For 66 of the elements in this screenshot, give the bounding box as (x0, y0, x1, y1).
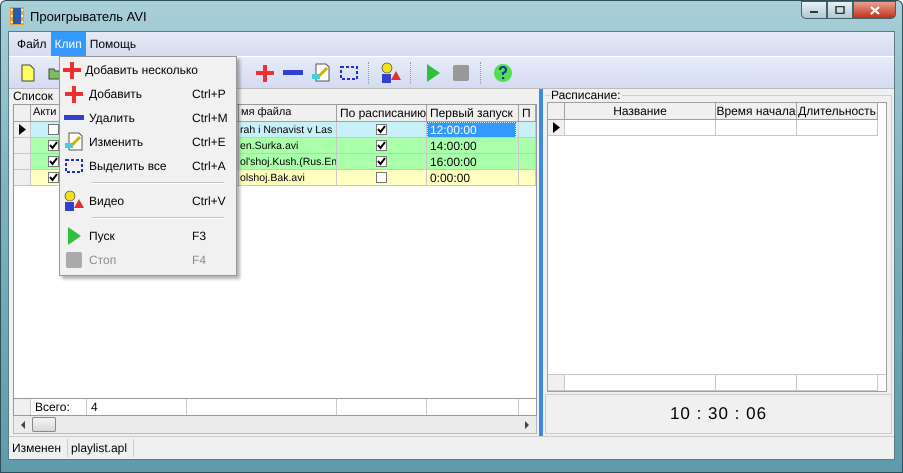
scheduled-checkbox[interactable] (376, 140, 387, 151)
list-label: Список (13, 89, 53, 104)
row-header (14, 399, 31, 415)
maximize-button[interactable] (827, 1, 853, 19)
plus-icon (63, 84, 85, 104)
selection-icon (338, 64, 358, 82)
row-header[interactable] (548, 120, 565, 136)
current-row-icon (18, 124, 26, 135)
film-icon (10, 7, 24, 25)
active-checkbox[interactable] (48, 124, 59, 135)
status-text: playlist.apl (68, 439, 134, 457)
window-title: Проигрыватель AVI (30, 8, 147, 24)
status-text: Изменен (9, 439, 68, 457)
schedule-label: Расписание: (550, 89, 622, 102)
play-icon (66, 226, 82, 246)
scroll-thumb[interactable] (32, 417, 56, 432)
minus-icon (282, 70, 302, 75)
column-header[interactable]: По расписанию (337, 105, 427, 122)
edit-icon (64, 132, 84, 152)
current-row-icon (552, 122, 560, 133)
table-cell: 14:00:00 (430, 138, 477, 152)
edit-icon (310, 62, 330, 82)
column-header[interactable]: Длительность (797, 103, 878, 120)
table-cell: rah i Nenavist v Las (240, 124, 332, 136)
document-icon (20, 64, 34, 82)
menu-item[interactable]: Помощь (86, 32, 140, 56)
total-value: 4 (91, 400, 98, 414)
scroll-right-icon[interactable] (524, 420, 530, 428)
clock-text: 10 : 30 : 06 (670, 404, 768, 424)
menu-entry[interactable]: Видео Ctrl+V (60, 189, 236, 213)
column-header[interactable]: Название (565, 103, 716, 120)
total-label: Всего: (35, 400, 70, 414)
minimize-button[interactable] (801, 1, 827, 19)
table-cell: olshoj.Bak.avi (240, 172, 305, 184)
scroll-left-icon[interactable] (20, 420, 26, 428)
active-checkbox[interactable] (48, 140, 59, 151)
plus-icon (61, 60, 84, 80)
close-button[interactable] (853, 1, 896, 19)
maximize-icon (835, 6, 845, 14)
shapes-icon (63, 190, 85, 212)
shapes-icon (380, 62, 402, 84)
menu-entry[interactable]: Пуск F3 (60, 224, 236, 248)
table-cell: 12:00:00 (428, 122, 515, 136)
table-cell: en.Surka.avi (240, 140, 298, 152)
menu-entry[interactable]: Добавить несколько (60, 58, 236, 82)
column-header[interactable]: П (519, 105, 536, 122)
help-icon (492, 62, 512, 82)
active-checkbox[interactable] (48, 156, 59, 167)
scheduled-checkbox[interactable] (376, 124, 387, 135)
horizontal-scrollbar[interactable] (13, 416, 537, 434)
scheduled-checkbox[interactable] (376, 156, 387, 167)
menu-entry[interactable]: Добавить Ctrl+P (60, 82, 236, 106)
table-cell: 0:00:00 (430, 170, 470, 184)
menu-item[interactable]: Файл (13, 32, 51, 56)
scheduled-checkbox[interactable] (376, 172, 387, 183)
column-header[interactable]: Первый запуск (427, 105, 519, 122)
close-icon (870, 6, 880, 14)
row-header[interactable] (14, 122, 31, 138)
active-checkbox[interactable] (48, 172, 59, 183)
minus-icon (63, 115, 85, 121)
stop-icon (452, 64, 470, 82)
column-header[interactable]: Время начала (716, 103, 797, 120)
column-header[interactable]: мя файла (239, 105, 337, 122)
stop-icon (66, 252, 82, 268)
selection-icon (64, 158, 84, 174)
table-cell: 16:00:00 (430, 154, 477, 168)
